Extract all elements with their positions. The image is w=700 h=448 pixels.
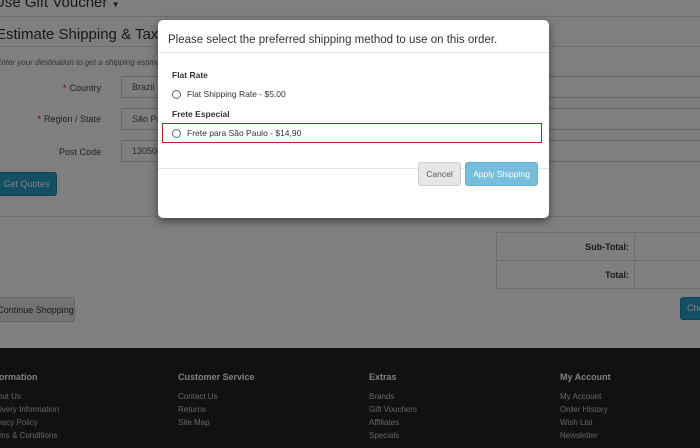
- shipping-option-flat-rate[interactable]: Flat Shipping Rate - $5.00: [172, 89, 286, 99]
- apply-shipping-button[interactable]: Apply Shipping: [465, 162, 538, 186]
- shipping-option-label: Frete para São Paulo - $14,90: [187, 128, 302, 138]
- modal-title: Please select the preferred shipping met…: [168, 34, 498, 46]
- shipping-option-label: Flat Shipping Rate - $5.00: [187, 89, 286, 99]
- radio-button[interactable]: [172, 89, 181, 99]
- shipping-group-title: Flat Rate: [172, 70, 208, 80]
- cancel-button[interactable]: Cancel: [418, 162, 461, 186]
- radio-button[interactable]: [172, 128, 181, 138]
- modal-header: Please select the preferred shipping met…: [158, 20, 549, 53]
- shipping-group-title: Frete Especial: [172, 109, 230, 119]
- modal-body: Flat Rate Flat Shipping Rate - $5.00 Fre…: [158, 53, 549, 169]
- shipping-method-modal: Please select the preferred shipping met…: [158, 20, 549, 218]
- shipping-option-frete-especial[interactable]: Frete para São Paulo - $14,90: [172, 128, 301, 138]
